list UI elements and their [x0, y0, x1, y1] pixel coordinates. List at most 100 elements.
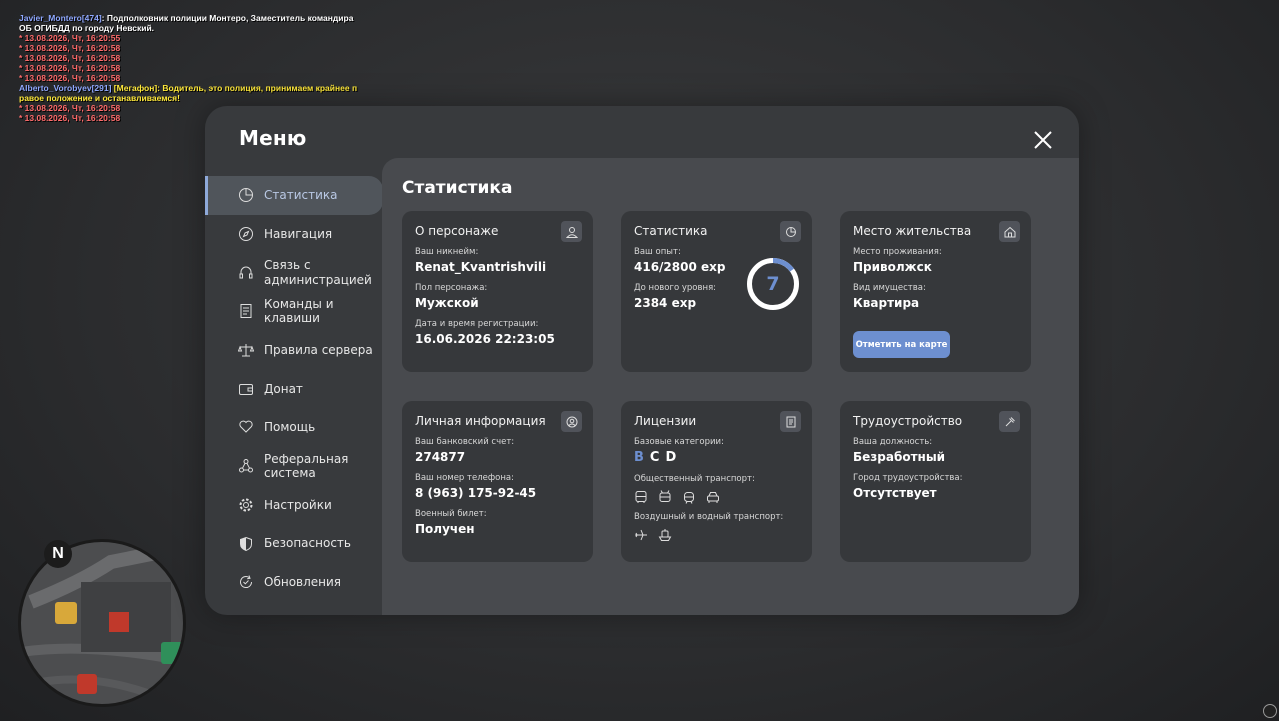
mark-on-map-button[interactable]: Отметить на карте	[853, 331, 950, 358]
card-stats: Статистика Ваш опыт: 416/2800 exp До нов…	[621, 211, 812, 372]
public-transport-icons	[634, 489, 799, 504]
sidebar-item-settings[interactable]: Настройки	[205, 486, 383, 525]
boat-icon	[658, 527, 672, 541]
content-panel: Статистика О персонаже Ваш никнейм: Rena…	[382, 158, 1079, 615]
chat-line-text: ОБ ОГИБДД по городу Невский.	[19, 23, 155, 33]
sidebar-item-statistics[interactable]: Статистика	[205, 176, 383, 215]
chat-line: * 13.08.2026, Чт, 16:20:58	[19, 53, 357, 63]
card-title: Статистика	[634, 224, 708, 238]
card-residence: Место жительства Место проживания: Приво…	[840, 211, 1031, 372]
sidebar-item-label: Помощь	[264, 420, 316, 435]
document-icon	[238, 303, 254, 319]
trolleybus-icon	[658, 489, 672, 503]
sidebar-item-updates[interactable]: Обновления	[205, 563, 383, 602]
close-button[interactable]	[1033, 130, 1053, 150]
card-title: Трудоустройство	[853, 414, 963, 428]
airplane-icon	[634, 527, 648, 541]
card-title: О персонаже	[415, 224, 499, 238]
nickname-value: Renat_Kvantrishvili	[415, 260, 547, 274]
share-nodes-icon	[238, 458, 254, 474]
sidebar-item-navigation[interactable]: Навигация	[205, 215, 383, 254]
chat-line-text: равое положение и останавливаемся!	[19, 93, 180, 103]
property-type-label: Вид имущества:	[853, 283, 926, 293]
license-category-b: B	[634, 450, 644, 465]
sidebar-item-admin-contact[interactable]: Связь с администрацией	[205, 253, 383, 292]
bus-icon	[634, 489, 648, 503]
sidebar-item-help[interactable]: Помощь	[205, 408, 383, 447]
chat-line: Javier_Montero[474]: Подполковник полици…	[19, 13, 357, 23]
property-type-value: Квартира	[853, 296, 920, 310]
job-city-label: Город трудоустройства:	[853, 473, 963, 483]
air-water-transport-label: Воздушный и водный транспорт:	[634, 512, 784, 522]
sidebar-item-label: Статистика	[264, 188, 338, 203]
menu-window: Меню Статистика Навигация Связь с админист…	[205, 106, 1079, 615]
position-label: Ваша должность:	[853, 437, 933, 447]
chat-line-text: : Подполковник полиции Монтеро, Заместит…	[101, 13, 354, 23]
bank-label: Ваш банковский счет:	[415, 437, 515, 447]
wallet-icon	[238, 381, 254, 397]
hammer-icon	[999, 411, 1020, 432]
shield-icon	[238, 536, 254, 552]
chat-line-text: * 13.08.2026, Чт, 16:20:58	[19, 113, 121, 123]
sidebar-item-server-rules[interactable]: Правила сервера	[205, 331, 383, 370]
corner-indicator-icon	[1263, 704, 1277, 718]
chat-line: равое положение и останавливаемся!	[19, 93, 357, 103]
refresh-check-icon	[238, 574, 254, 590]
military-label: Военный билет:	[415, 509, 487, 519]
pie-chart-icon	[780, 221, 801, 242]
registration-value: 16.06.2026 22:23:05	[415, 332, 555, 346]
chat-line: * 13.08.2026, Чт, 16:20:58	[19, 73, 357, 83]
card-title: Лицензии	[634, 414, 697, 428]
chat-line-text: * 13.08.2026, Чт, 16:20:58	[19, 63, 121, 73]
sidebar-item-commands-keys[interactable]: Команды и клавиши	[205, 292, 383, 331]
menu-title: Меню	[239, 126, 307, 150]
sidebar-item-label: Команды и клавиши	[264, 296, 334, 326]
sidebar-item-security[interactable]: Безопасность	[205, 524, 383, 563]
phone-value: 8 (963) 175-92-45	[415, 486, 537, 500]
user-circle-icon	[561, 411, 582, 432]
sidebar-item-label: Связь с администрацией	[264, 258, 372, 287]
chat-line: * 13.08.2026, Чт, 16:20:58	[19, 63, 357, 73]
minimap-roads	[21, 545, 183, 704]
minimap	[18, 539, 186, 707]
chat-line-text: [Мегафон]: Водитель, это полиция, приним…	[111, 83, 358, 93]
scales-icon	[238, 342, 254, 358]
sidebar: Статистика Навигация Связь с администрацие…	[205, 176, 383, 602]
heart-hand-icon	[238, 419, 254, 435]
residence-place-value: Приволжск	[853, 260, 932, 274]
license-category-d: D	[665, 450, 677, 465]
gear-icon	[238, 497, 254, 513]
card-job: Трудоустройство Ваша должность: Безработ…	[840, 401, 1031, 562]
residence-place-label: Место проживания:	[853, 247, 942, 257]
bank-value: 274877	[415, 450, 466, 464]
id-card-icon	[780, 411, 801, 432]
minimap-north-indicator: N	[44, 540, 72, 568]
public-transport-label: Общественный транспорт:	[634, 474, 755, 484]
person-icon	[561, 221, 582, 242]
base-categories-label: Базовые категории:	[634, 437, 724, 447]
headset-icon	[238, 265, 254, 281]
content-title: Статистика	[402, 178, 513, 198]
chat-line: Alberto_Vorobyev[291] [Мегафон]: Водител…	[19, 83, 357, 93]
sidebar-item-label: Настройки	[264, 497, 332, 512]
license-category-c: C	[649, 450, 660, 465]
sidebar-item-referral[interactable]: Реферальная система	[205, 447, 383, 486]
sidebar-item-label: Безопасность	[264, 536, 351, 551]
sidebar-item-label: Навигация	[264, 226, 333, 241]
tram-icon	[682, 489, 696, 504]
sidebar-item-donate[interactable]: Донат	[205, 369, 383, 408]
position-value: Безработный	[853, 450, 946, 464]
chat-line: * 13.08.2026, Чт, 16:20:58	[19, 43, 357, 53]
taxi-icon	[706, 489, 720, 503]
chat-line-text: * 13.08.2026, Чт, 16:20:58	[19, 73, 121, 83]
close-icon	[1034, 131, 1052, 149]
military-value: Получен	[415, 522, 475, 536]
sidebar-item-label: Обновления	[264, 574, 342, 589]
sidebar-item-label: Правила сервера	[264, 342, 373, 357]
chat-line-text: * 13.08.2026, Чт, 16:20:55	[19, 33, 121, 43]
registration-label: Дата и время регистрации:	[415, 319, 539, 329]
chat-line-text: * 13.08.2026, Чт, 16:20:58	[19, 53, 121, 63]
card-personal: Личная информация Ваш банковский счет: 2…	[402, 401, 593, 562]
house-icon	[999, 221, 1020, 242]
pie-chart-icon	[238, 187, 254, 203]
